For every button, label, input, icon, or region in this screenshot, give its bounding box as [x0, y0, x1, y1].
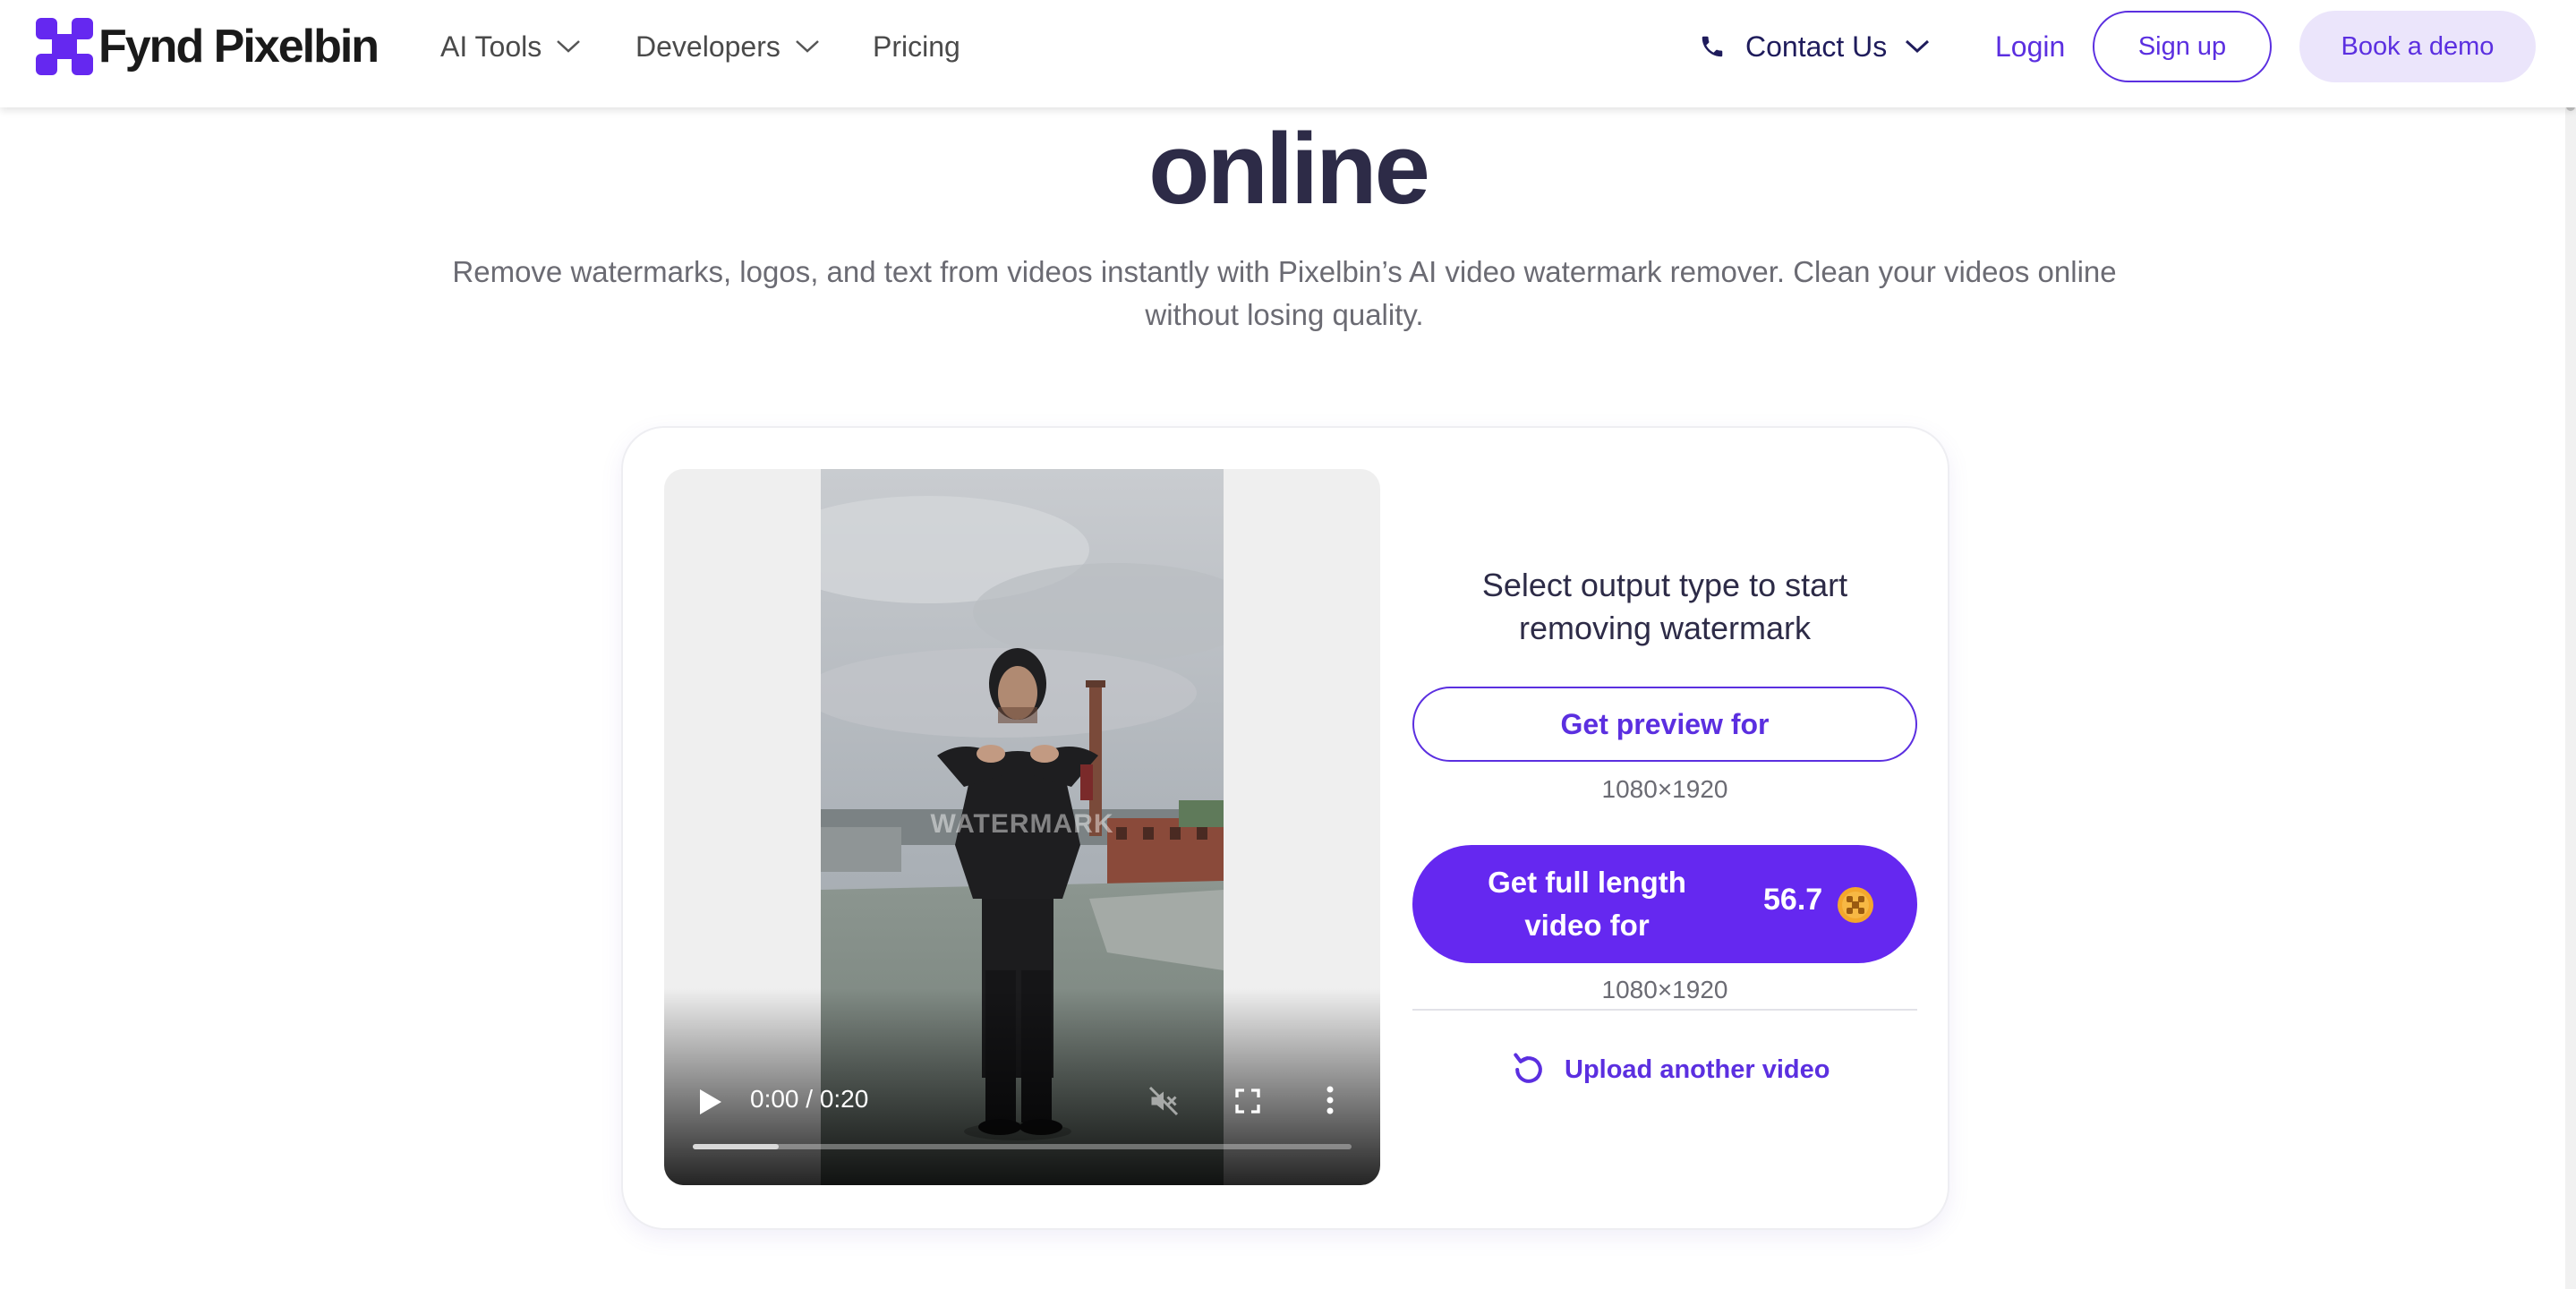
get-full-video-button[interactable]: Get full length video for 56.7	[1412, 845, 1917, 963]
chevron-down-icon	[1906, 39, 1930, 54]
nav-ai-tools-label: AI Tools	[440, 30, 542, 63]
brand-logo[interactable]: Fynd Pixelbin	[36, 18, 380, 75]
sign-up-button[interactable]: Sign up	[2093, 11, 2272, 82]
nav-pricing-label: Pricing	[873, 30, 960, 63]
video-player[interactable]: WATERMARK 0:00 / 0:20	[664, 469, 1380, 1185]
nav-pricing[interactable]: Pricing	[873, 27, 960, 66]
divider	[1412, 1009, 1917, 1011]
muted-volume-icon[interactable]	[1147, 1085, 1180, 1117]
chevron-down-icon	[557, 40, 581, 53]
nav-ai-tools[interactable]: AI Tools	[440, 27, 581, 66]
contact-us-menu[interactable]: Contact Us	[1699, 27, 1930, 66]
login-link[interactable]: Login	[1995, 27, 2065, 66]
full-video-resolution: 1080×1920	[1601, 976, 1728, 1003]
chevron-down-icon	[796, 40, 819, 53]
contact-us-label: Contact Us	[1745, 30, 1888, 63]
brand-name: Fynd Pixelbin	[98, 21, 380, 73]
upload-another-video-link[interactable]: Upload another video	[1509, 1047, 1830, 1092]
fullscreen-icon[interactable]	[1233, 1087, 1262, 1115]
playback-time: 0:00 / 0:20	[750, 1085, 869, 1113]
play-icon[interactable]	[696, 1087, 723, 1117]
nav-developers[interactable]: Developers	[635, 27, 820, 66]
page-subtitle: Remove watermarks, logos, and text from …	[452, 255, 2117, 331]
page-title: online	[1148, 113, 1430, 225]
watermark-overlay-text: WATERMARK	[930, 809, 1114, 839]
upload-another-video-label: Upload another video	[1565, 1054, 1830, 1084]
full-video-label: Get full length video for	[1488, 866, 1686, 942]
top-nav-bar: Fynd Pixelbin AI Tools Developers Pricin…	[0, 0, 2576, 107]
phone-icon	[1702, 36, 1723, 57]
book-demo-button[interactable]: Book a demo	[2299, 11, 2536, 82]
credit-coin-icon	[1838, 887, 1873, 923]
video-progress-bar[interactable]	[693, 1144, 1352, 1149]
credit-price: 56.7	[1763, 883, 1823, 917]
output-type-heading: Select output type to start removing wat…	[1481, 567, 1848, 646]
get-preview-button[interactable]: Get preview for	[1412, 687, 1917, 762]
preview-resolution: 1080×1920	[1601, 775, 1728, 803]
more-options-icon[interactable]	[1325, 1085, 1335, 1115]
page-scrollbar[interactable]	[2565, 0, 2576, 1289]
video-progress-fill	[693, 1144, 779, 1149]
refresh-icon	[1514, 1053, 1542, 1083]
pixelbin-logo-icon	[36, 18, 93, 75]
nav-developers-label: Developers	[635, 30, 780, 63]
